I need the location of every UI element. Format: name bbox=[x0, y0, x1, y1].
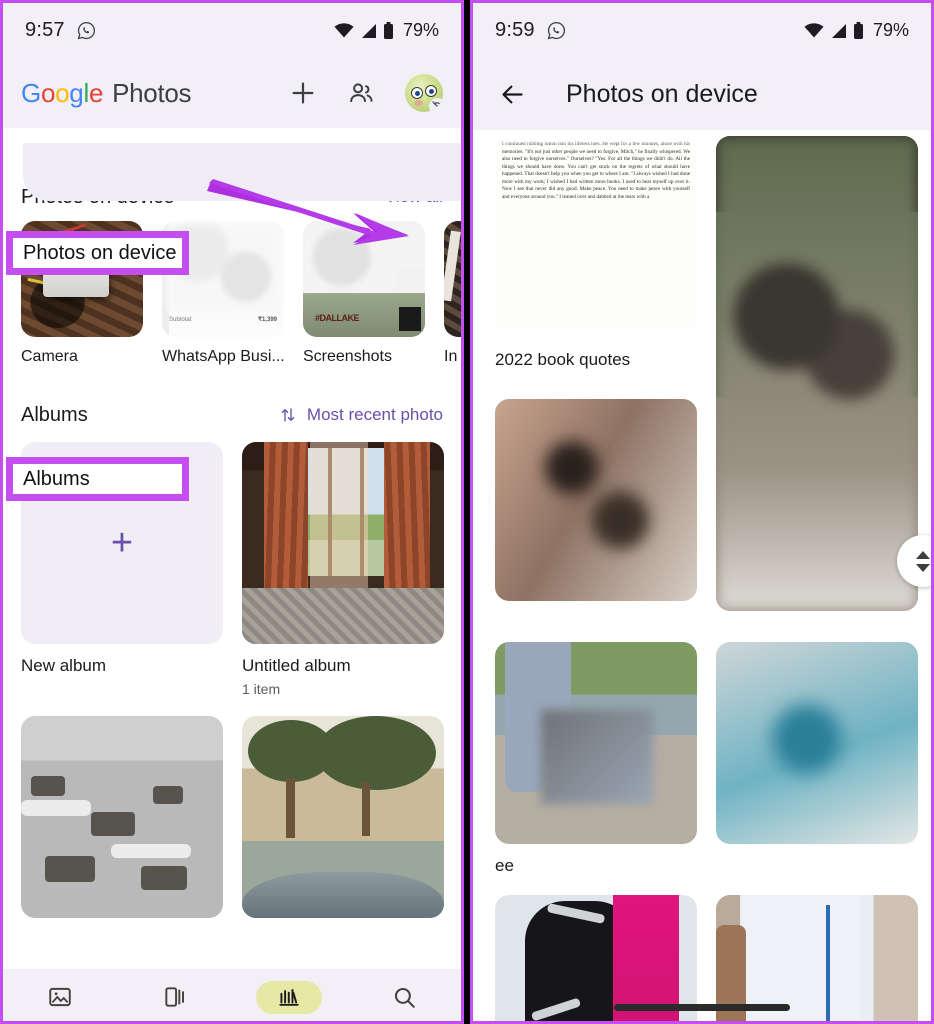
folder-cell[interactable] bbox=[495, 399, 697, 623]
scroll-up-arrow-icon[interactable] bbox=[916, 550, 930, 559]
screenshot-root: 9:57 79% G o o g l e Photos Photos on de… bbox=[0, 0, 934, 1024]
battery-percent: 79% bbox=[402, 20, 439, 40]
right-app-bar: Photos on device bbox=[473, 58, 931, 130]
album-item[interactable]: Untitled album 1 item bbox=[242, 442, 444, 697]
logo-letter-g: G bbox=[21, 77, 41, 108]
nav-label: Memories bbox=[142, 1021, 208, 1022]
sort-arrows-icon bbox=[281, 408, 295, 422]
wifi-icon bbox=[804, 22, 824, 37]
snowy-rocks-photo[interactable] bbox=[21, 716, 223, 918]
albums-grid[interactable]: + New album Untitled album 1 item bbox=[3, 442, 461, 930]
signal-icon bbox=[361, 23, 376, 38]
device-folder-item[interactable]: In bbox=[444, 221, 461, 366]
nav-item-library[interactable]: Library bbox=[232, 980, 347, 1022]
avatar-blush bbox=[414, 100, 423, 106]
thumb-caption: Subtotal: bbox=[169, 317, 193, 323]
book-page-thumbnail[interactable]: I continued rubbing lotion into his life… bbox=[495, 136, 697, 338]
right-phone-screen: 9:59 79% Photos on device memories. "It'… bbox=[470, 0, 934, 1024]
google-photos-logo: G o o g l e Photos bbox=[21, 77, 192, 109]
whatsapp-icon bbox=[547, 21, 565, 40]
folder-cell[interactable]: ee bbox=[495, 642, 697, 876]
left-scroll-body[interactable]: Photos on device View all Photos on devi… bbox=[3, 143, 462, 1022]
device-folder-label: Camera bbox=[21, 348, 78, 365]
album-name: Untitled album bbox=[242, 656, 351, 675]
annotation-highlight-albums: Albums bbox=[6, 457, 189, 501]
blurred-portrait-thumbnail[interactable] bbox=[495, 399, 697, 601]
thumb-overlay-text: #DALLAKE bbox=[315, 313, 360, 323]
album-item[interactable] bbox=[21, 716, 223, 930]
folder-cell[interactable] bbox=[716, 136, 918, 623]
status-time: 9:57 bbox=[25, 19, 65, 41]
folder-label: ee bbox=[495, 856, 514, 875]
river-feet-thumbnail[interactable] bbox=[495, 642, 697, 844]
back-arrow-icon[interactable] bbox=[499, 81, 526, 108]
logo-word-photos: Photos bbox=[112, 77, 192, 108]
plus-icon: + bbox=[110, 522, 134, 564]
gesture-bar[interactable] bbox=[614, 1004, 790, 1011]
device-folder-label: Screenshots bbox=[303, 348, 392, 365]
album-item[interactable] bbox=[242, 716, 444, 930]
album-item-count: 1 item bbox=[242, 681, 281, 697]
instagram-folder-thumbnail[interactable] bbox=[444, 221, 461, 337]
whatsapp-icon bbox=[77, 21, 95, 40]
bottom-navigation-bar[interactable]: Photos Memories bbox=[3, 969, 462, 1022]
folder-cell[interactable]: I continued rubbing lotion into his life… bbox=[495, 136, 697, 380]
tall-plant-blurred-thumbnail[interactable] bbox=[716, 136, 918, 611]
park-trees-photo[interactable] bbox=[242, 716, 444, 918]
thumb-amount: ₹1,399 bbox=[258, 317, 277, 323]
albums-title: Albums bbox=[21, 403, 88, 426]
left-app-bar: G o o g l e Photos bbox=[3, 58, 461, 128]
logo-letter-o2: o bbox=[55, 77, 70, 108]
left-phone-screen: 9:57 79% G o o g l e Photos Photos on de… bbox=[0, 0, 464, 1024]
photo-icon bbox=[27, 981, 93, 1014]
status-time: 9:59 bbox=[495, 19, 535, 41]
battery-icon bbox=[853, 21, 863, 39]
sort-label: Most recent photo bbox=[306, 405, 443, 424]
battery-icon bbox=[383, 21, 393, 39]
annotation-arrow bbox=[207, 179, 409, 245]
nav-item-search[interactable]: Search bbox=[347, 981, 462, 1022]
device-folder-label: In bbox=[444, 348, 458, 365]
right-status-bar: 9:59 79% bbox=[473, 3, 931, 58]
wifi-icon bbox=[334, 22, 354, 37]
folder-label: 2022 book quotes bbox=[495, 350, 631, 369]
account-avatar[interactable] bbox=[405, 74, 443, 112]
window-curtains-photo[interactable] bbox=[242, 442, 444, 644]
book-excerpt-text: I continued rubbing lotion into his life… bbox=[502, 141, 690, 200]
left-status-bar: 9:57 79% bbox=[3, 3, 461, 58]
scroll-down-arrow-icon[interactable] bbox=[916, 563, 930, 572]
folder-cell[interactable] bbox=[716, 642, 918, 876]
signal-icon bbox=[831, 23, 846, 38]
search-icon bbox=[371, 981, 437, 1014]
device-folder-label: WhatsApp Busi... bbox=[162, 348, 284, 365]
right-scroll-body[interactable]: I continued rubbing lotion into his life… bbox=[473, 130, 931, 1021]
nav-label: Library bbox=[264, 1021, 315, 1022]
logo-letter-e: e bbox=[88, 77, 104, 108]
people-icon[interactable] bbox=[347, 79, 375, 107]
avatar-eye-right bbox=[425, 85, 437, 97]
annotation-highlight-photos-on-device: Photos on device bbox=[6, 231, 189, 275]
memories-icon bbox=[142, 981, 208, 1014]
sort-button[interactable]: Most recent photo bbox=[279, 405, 443, 425]
library-icon bbox=[256, 980, 323, 1014]
logo-letter-o1: o bbox=[40, 77, 56, 108]
add-button[interactable] bbox=[289, 79, 317, 107]
logo-letter-g2: g bbox=[69, 77, 84, 108]
blurred-blue-thumbnail[interactable] bbox=[716, 642, 918, 844]
nav-item-memories[interactable]: Memories bbox=[118, 981, 233, 1022]
nav-item-photos[interactable]: Photos bbox=[3, 981, 118, 1022]
nav-label: Search bbox=[380, 1021, 428, 1022]
avatar-eye-left bbox=[411, 87, 423, 99]
nav-label: Photos bbox=[37, 1021, 84, 1022]
device-folders-grid[interactable]: I continued rubbing lotion into his life… bbox=[473, 130, 931, 1021]
albums-header: Albums Most recent photo bbox=[3, 400, 461, 430]
backup-off-icon bbox=[429, 98, 443, 112]
page-title: Photos on device bbox=[566, 79, 758, 108]
battery-percent: 79% bbox=[872, 20, 909, 40]
album-name: New album bbox=[21, 656, 107, 675]
